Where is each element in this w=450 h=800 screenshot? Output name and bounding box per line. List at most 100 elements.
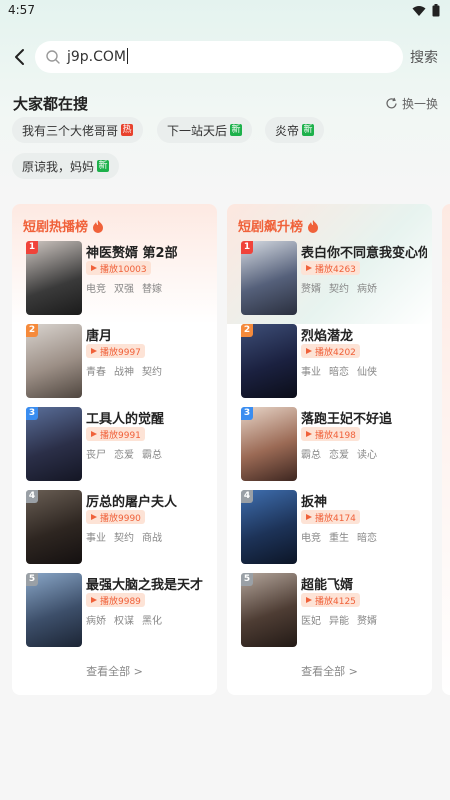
play-icon (91, 597, 97, 603)
ranking-item[interactable]: 3 落跑王妃不好追 播放4198 霸总 恋爱 读心 (227, 407, 432, 485)
play-icon (306, 348, 312, 354)
tag: 替嫁 (142, 284, 162, 295)
tag: 事业 (301, 367, 321, 378)
ranking-item[interactable]: 3 工具人的觉醒 播放9991 丧尸 恋爱 霸总 (12, 407, 217, 485)
ranking-item[interactable]: 5 超能飞婿 播放4125 医妃 异能 赘婿 (227, 573, 432, 651)
tag: 霸总 (301, 450, 321, 461)
play-count-text: 播放9997 (100, 347, 141, 358)
play-icon (306, 597, 312, 603)
item-tags: 电竞 双强 替嫁 (86, 280, 162, 295)
search-input[interactable]: j9p.COM (67, 48, 387, 65)
tag: 读心 (357, 450, 377, 461)
search-box[interactable]: j9p.COM (35, 41, 403, 73)
rank-number: 5 (26, 573, 38, 586)
item-tags: 电竞 重生 暗恋 (301, 529, 377, 544)
next-ranking-card-peek[interactable] (442, 204, 450, 695)
status-bar: 4:57 (0, 0, 450, 24)
item-tags: 赘婿 契约 病娇 (301, 280, 377, 295)
search-button[interactable]: 搜索 (410, 47, 438, 67)
item-title: 唐月 (86, 329, 113, 344)
play-count: 播放4202 (301, 344, 360, 358)
status-icons (412, 4, 440, 17)
refresh-button[interactable]: 换一换 (385, 95, 438, 112)
tag: 重生 (329, 533, 349, 544)
item-title: 落跑王妃不好追 (301, 412, 393, 427)
item-tags: 病娇 权谋 黑化 (86, 612, 162, 627)
item-title: 工具人的觉醒 (86, 412, 165, 427)
play-count: 播放4198 (301, 427, 360, 441)
tag: 丧尸 (86, 450, 106, 461)
tag: 赘婿 (301, 284, 321, 295)
ranking-item[interactable]: 4 厉总的屠户夫人 播放9990 事业 契约 商战 (12, 490, 217, 568)
play-count: 播放4263 (301, 261, 360, 275)
ranking-card-rising: 短剧飙升榜 1 表白你不同意我变心你么 播放4263 赘婿契约病娇 2 烈焰潜龙… (227, 204, 432, 695)
tag: 电竞 (86, 284, 106, 295)
tag: 暗恋 (357, 533, 377, 544)
play-count-text: 播放4263 (315, 264, 356, 275)
tag: 恋爱 (114, 450, 134, 461)
tag: 异能 (329, 616, 349, 627)
play-count: 播放9989 (86, 593, 145, 607)
battery-icon (432, 4, 440, 17)
play-count-text: 播放4198 (315, 430, 356, 441)
play-icon (306, 514, 312, 520)
hot-badge: 热 (121, 124, 134, 136)
item-tags: 事业 契约 商战 (86, 529, 162, 544)
ranking-title-text: 短剧热播榜 (23, 220, 89, 235)
hot-search-chip[interactable]: 原谅我，妈妈 新 (12, 153, 120, 179)
ranking-title: 短剧飙升榜 (238, 216, 320, 235)
ranking-item[interactable]: 4 扳神 播放4174 电竞 重生 暗恋 (227, 490, 432, 568)
fire-icon (308, 219, 319, 233)
see-all-link[interactable]: 查看全部 > (12, 663, 217, 679)
play-icon (91, 348, 97, 354)
new-badge: 新 (97, 160, 110, 172)
ranking-item[interactable]: 1 神医赘婿 第2部 播放10003 电竞 双强 替嫁 (12, 241, 217, 319)
tag: 霸总 (142, 450, 162, 461)
tag: 青春 (86, 367, 106, 378)
rank-number: 4 (241, 490, 253, 503)
tag: 双强 (114, 284, 134, 295)
ranking-item[interactable]: 5 最强大脑之我是天才 播放9989 病娇 权谋 黑化 (12, 573, 217, 651)
play-icon (91, 265, 97, 271)
rank-number: 2 (241, 324, 253, 337)
tag: 事业 (86, 533, 106, 544)
play-count-text: 播放4174 (315, 513, 356, 524)
hot-search-chip[interactable]: 我有三个大佬哥哥 热 (12, 117, 144, 143)
tag: 恋爱 (329, 450, 349, 461)
play-count: 播放9997 (86, 344, 145, 358)
item-title: 烈焰潜龙 (301, 329, 354, 344)
tag: 权谋 (114, 616, 134, 627)
chip-label: 下一站天后 (167, 123, 228, 138)
ranking-item[interactable]: 1 表白你不同意我变心你么 播放4263 赘婿契约病娇 (227, 241, 432, 319)
hot-search-chip[interactable]: 炎帝 新 (265, 117, 325, 143)
status-time: 4:57 (8, 3, 35, 17)
new-badge: 新 (230, 124, 243, 136)
item-title: 最强大脑之我是天才 (86, 578, 204, 593)
play-count: 播放9991 (86, 427, 145, 441)
rank-number: 2 (26, 324, 38, 337)
search-input-value: j9p.COM (67, 49, 127, 65)
hot-search-title: 大家都在搜 (13, 95, 89, 113)
rank-number: 4 (26, 490, 38, 503)
ranking-item[interactable]: 2 唐月 播放9997 青春 战神 契约 (12, 324, 217, 402)
back-arrow-icon (15, 49, 24, 65)
ranking-title: 短剧热播榜 (23, 216, 105, 235)
refresh-label: 换一换 (401, 97, 438, 111)
chip-label: 炎帝 (275, 123, 300, 138)
play-count: 播放4125 (301, 593, 360, 607)
back-button[interactable] (8, 44, 30, 70)
tag: 病娇 (86, 616, 106, 627)
play-count: 播放4174 (301, 510, 360, 524)
see-all-link[interactable]: 查看全部 > (227, 663, 432, 679)
search-icon (46, 50, 60, 64)
play-count-text: 播放4202 (315, 347, 356, 358)
hot-search-chip[interactable]: 下一站天后 新 (157, 117, 253, 143)
play-count-text: 播放9989 (100, 596, 141, 607)
rank-number: 5 (241, 573, 253, 586)
ranking-item[interactable]: 2 烈焰潜龙 播放4202 事业 暗恋 仙侠 (227, 324, 432, 402)
item-title: 厉总的屠户夫人 (86, 495, 178, 510)
play-count: 播放10003 (86, 261, 151, 275)
chip-label: 我有三个大佬哥哥 (22, 123, 119, 138)
refresh-icon (386, 97, 397, 109)
item-tags: 医妃 异能 赘婿 (301, 612, 377, 627)
